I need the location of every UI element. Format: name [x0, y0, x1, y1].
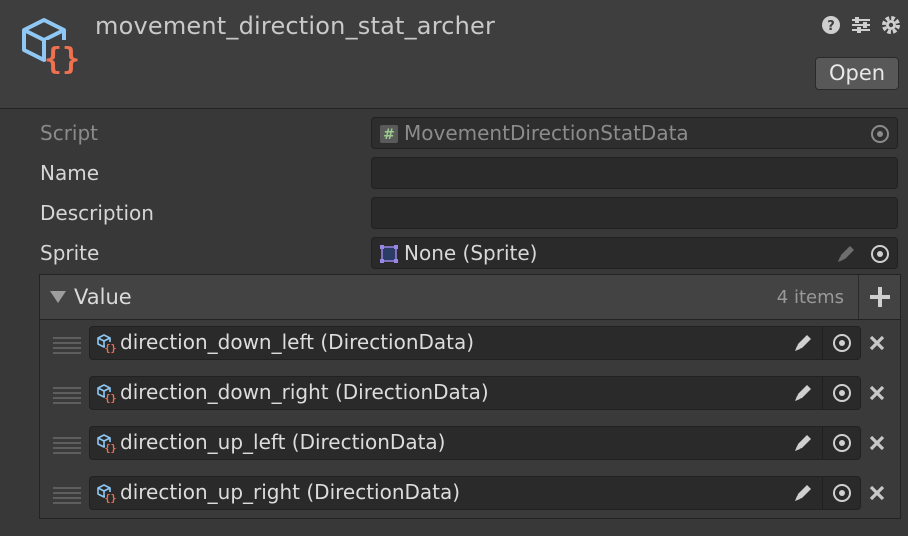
remove-item-icon[interactable]	[866, 432, 888, 454]
sprite-field[interactable]: None (Sprite)	[371, 237, 898, 269]
pencil-icon[interactable]	[792, 332, 814, 354]
object-picker-icon[interactable]	[831, 332, 853, 354]
pencil-icon[interactable]	[835, 243, 857, 265]
list-item-field[interactable]: {} direction_down_left (DirectionData)	[89, 326, 861, 360]
drag-handle-icon[interactable]	[53, 487, 81, 504]
scriptable-object-icon: {}	[97, 384, 116, 404]
list-header[interactable]: Value 4 items	[40, 275, 900, 320]
object-picker-icon[interactable]	[869, 243, 891, 265]
script-label: Script	[40, 121, 99, 145]
script-value: MovementDirectionStatData	[404, 121, 689, 145]
list-item-field[interactable]: {} direction_up_right (DirectionData)	[89, 476, 861, 510]
list-item-label: direction_up_right (DirectionData)	[120, 480, 461, 504]
script-hash-icon: #	[380, 125, 398, 143]
inspector-content: Script # MovementDirectionStatData Name …	[28, 108, 908, 536]
divider	[822, 477, 823, 509]
list-item: {} direction_up_left (DirectionData)	[40, 420, 900, 470]
foldout-triangle-icon[interactable]	[49, 290, 67, 304]
add-item-button[interactable]	[858, 275, 900, 319]
svg-text:{}: {}	[44, 42, 80, 77]
list-item-field[interactable]: {} direction_down_right (DirectionData)	[89, 376, 861, 410]
list-item: {} direction_down_left (DirectionData)	[40, 320, 900, 370]
list-title: Value	[74, 285, 132, 309]
svg-text:#: #	[383, 127, 395, 143]
object-picker-icon[interactable]	[831, 382, 853, 404]
sprite-icon	[380, 245, 398, 263]
open-button[interactable]: Open	[815, 57, 899, 90]
list-item-label: direction_down_right (DirectionData)	[120, 380, 489, 404]
drag-handle-icon[interactable]	[53, 437, 81, 454]
pencil-icon[interactable]	[792, 382, 814, 404]
help-icon[interactable]: ?	[820, 14, 842, 36]
inspector-header: {} movement_direction_stat_archer ? Open	[0, 0, 908, 109]
svg-text:{}: {}	[104, 444, 116, 454]
divider	[822, 427, 823, 459]
object-picker-icon[interactable]	[831, 482, 853, 504]
list-item: {} direction_down_right (DirectionData)	[40, 370, 900, 420]
remove-item-icon[interactable]	[866, 332, 888, 354]
presets-icon[interactable]	[850, 14, 872, 36]
list-item-label: direction_down_left (DirectionData)	[120, 330, 475, 354]
remove-item-icon[interactable]	[866, 482, 888, 504]
svg-text:?: ?	[827, 19, 835, 34]
object-picker-icon[interactable]	[831, 432, 853, 454]
scriptable-object-icon: {}	[22, 18, 80, 77]
divider	[822, 327, 823, 359]
description-label: Description	[40, 201, 154, 225]
svg-text:{}: {}	[104, 344, 116, 354]
asset-title: movement_direction_stat_archer	[95, 12, 496, 40]
svg-text:{}: {}	[104, 494, 116, 504]
script-field: # MovementDirectionStatData	[371, 117, 898, 149]
pencil-icon[interactable]	[792, 482, 814, 504]
divider	[822, 377, 823, 409]
list-item-label: direction_up_left (DirectionData)	[120, 430, 446, 454]
header-icon-bar: ?	[820, 14, 902, 36]
name-input[interactable]	[371, 157, 898, 189]
description-input[interactable]	[371, 197, 898, 229]
script-row: Script # MovementDirectionStatData	[28, 116, 902, 152]
scriptable-object-icon: {}	[97, 484, 116, 504]
sprite-label: Sprite	[40, 241, 100, 265]
plus-icon	[870, 287, 890, 307]
list-item-field[interactable]: {} direction_up_left (DirectionData)	[89, 426, 861, 460]
svg-text:{}: {}	[104, 394, 116, 404]
object-picker-icon[interactable]	[869, 123, 891, 145]
pencil-icon[interactable]	[792, 432, 814, 454]
scriptable-object-icon: {}	[97, 434, 116, 454]
scriptable-object-icon: {}	[97, 334, 116, 354]
sprite-row: Sprite None (Sprite)	[28, 236, 902, 272]
sprite-value: None (Sprite)	[404, 241, 538, 265]
name-row: Name	[28, 156, 902, 192]
remove-item-icon[interactable]	[866, 382, 888, 404]
description-row: Description	[28, 196, 902, 232]
list-item: {} direction_up_right (DirectionData)	[40, 470, 900, 520]
drag-handle-icon[interactable]	[53, 387, 81, 404]
value-list: Value 4 items {} direction_down_left (Di…	[39, 274, 901, 519]
settings-gear-icon[interactable]	[880, 14, 902, 36]
list-count: 4 items	[776, 287, 844, 308]
name-label: Name	[40, 161, 100, 185]
drag-handle-icon[interactable]	[53, 337, 81, 354]
